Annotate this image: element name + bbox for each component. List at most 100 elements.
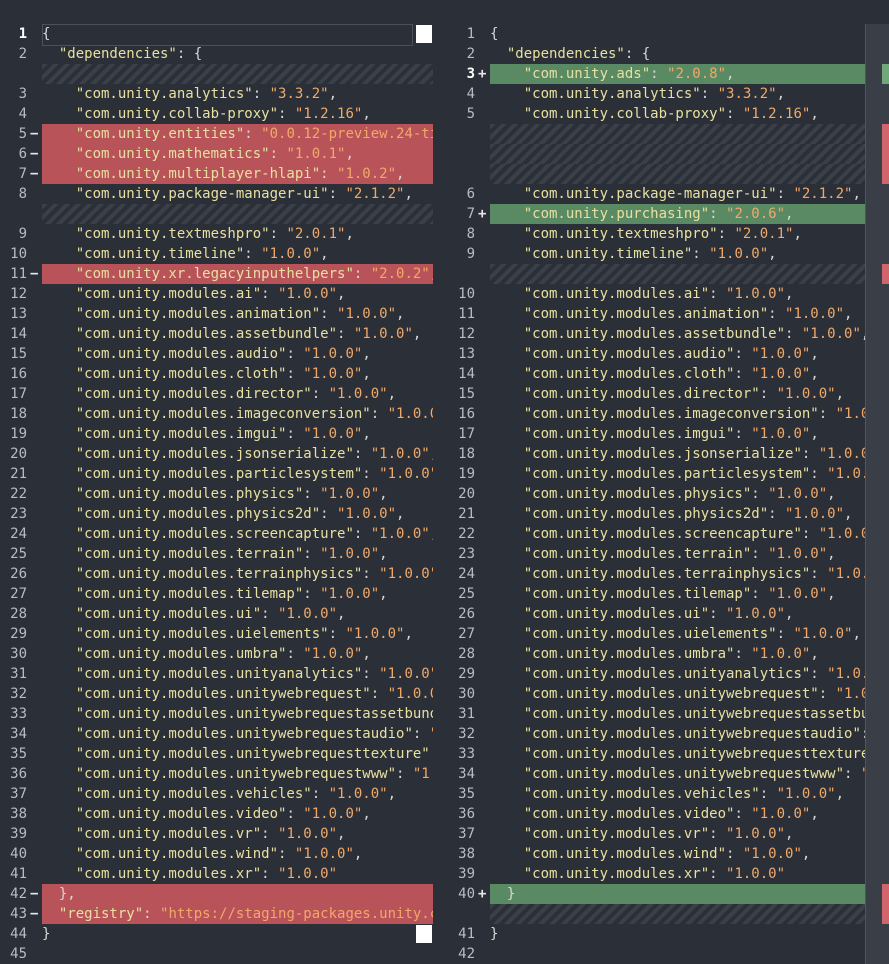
code-line[interactable]: 8 "com.unity.textmeshpro": "2.0.1", <box>448 224 889 244</box>
diff-gap-row[interactable] <box>448 144 889 164</box>
code-line[interactable]: 6 "com.unity.package-manager-ui": "2.1.2… <box>448 184 889 204</box>
added-line[interactable]: 40 + } <box>448 884 889 904</box>
added-line[interactable]: 3 + "com.unity.ads": "2.0.8", <box>448 64 889 84</box>
code-line[interactable]: 33 "com.unity.modules.unitywebrequesttex… <box>448 744 889 764</box>
code-line[interactable]: 25 "com.unity.modules.tilemap": "1.0.0", <box>448 584 889 604</box>
left-scroll-marker-bottom[interactable] <box>416 925 432 943</box>
code-line[interactable]: 30 "com.unity.modules.unitywebrequest": … <box>448 684 889 704</box>
code-line[interactable]: 15 "com.unity.modules.director": "1.0.0"… <box>448 384 889 404</box>
code-line[interactable]: 13 "com.unity.modules.animation": "1.0.0… <box>0 304 433 324</box>
left-diff-pane[interactable]: 1{2 "dependencies": {3 "com.unity.analyt… <box>0 24 433 964</box>
diff-overview-scrollbar[interactable] <box>865 24 889 964</box>
diff-gap-row[interactable] <box>448 164 889 184</box>
code-line[interactable]: 2 "dependencies": { <box>448 44 889 64</box>
code-line[interactable]: 34 "com.unity.modules.unitywebrequestwww… <box>448 764 889 784</box>
code-line[interactable]: 20 "com.unity.modules.physics": "1.0.0", <box>448 484 889 504</box>
code-line[interactable]: 38 "com.unity.modules.video": "1.0.0", <box>0 804 433 824</box>
code-line[interactable]: 1{ <box>448 24 889 44</box>
json-key: "com.unity.analytics" <box>75 86 253 102</box>
code-line[interactable]: 17 "com.unity.modules.director": "1.0.0"… <box>0 384 433 404</box>
code-line[interactable]: 24 "com.unity.modules.screencapture": "1… <box>0 524 433 544</box>
code-line[interactable]: 16 "com.unity.modules.imageconversion": … <box>448 404 889 424</box>
code-line[interactable]: 29 "com.unity.modules.uielements": "1.0.… <box>0 624 433 644</box>
code-line[interactable]: 18 "com.unity.modules.imageconversion": … <box>0 404 433 424</box>
code-line[interactable]: 23 "com.unity.modules.physics2d": "1.0.0… <box>0 504 433 524</box>
code-line[interactable]: 30 "com.unity.modules.umbra": "1.0.0", <box>0 644 433 664</box>
code-line[interactable]: 28 "com.unity.modules.ui": "1.0.0", <box>0 604 433 624</box>
code-line[interactable]: 10 "com.unity.modules.ai": "1.0.0", <box>448 284 889 304</box>
code-line[interactable]: 24 "com.unity.modules.terrainphysics": "… <box>448 564 889 584</box>
code-line[interactable]: 37 "com.unity.modules.vehicles": "1.0.0"… <box>0 784 433 804</box>
code-line[interactable]: 11 "com.unity.modules.animation": "1.0.0… <box>448 304 889 324</box>
code-line[interactable]: 26 "com.unity.modules.terrainphysics": "… <box>0 564 433 584</box>
deleted-line[interactable]: 6− "com.unity.mathematics": "1.0.1", <box>0 144 433 164</box>
code-line[interactable]: 12 "com.unity.modules.ai": "1.0.0", <box>0 284 433 304</box>
code-line[interactable]: 33 "com.unity.modules.unitywebrequestass… <box>0 704 433 724</box>
code-line[interactable]: 35 "com.unity.modules.unitywebrequesttex… <box>0 744 433 764</box>
code-line[interactable]: 4 "com.unity.collab-proxy": "1.2.16", <box>0 104 433 124</box>
code-line[interactable]: 9 "com.unity.timeline": "1.0.0", <box>448 244 889 264</box>
diff-gap-row[interactable] <box>0 64 433 84</box>
code-line[interactable]: 40 "com.unity.modules.wind": "1.0.0", <box>0 844 433 864</box>
code-line[interactable]: 36 "com.unity.modules.video": "1.0.0", <box>448 804 889 824</box>
code-line[interactable]: 5 "com.unity.collab-proxy": "1.2.16", <box>448 104 889 124</box>
code-line[interactable]: 14 "com.unity.modules.assetbundle": "1.0… <box>0 324 433 344</box>
code-line[interactable]: 8 "com.unity.package-manager-ui": "2.1.2… <box>0 184 433 204</box>
code-line[interactable]: 26 "com.unity.modules.ui": "1.0.0", <box>448 604 889 624</box>
code-line[interactable]: 45 <box>0 944 433 964</box>
code-line[interactable]: 21 "com.unity.modules.particlesystem": "… <box>0 464 433 484</box>
code-line[interactable]: 29 "com.unity.modules.unityanalytics": "… <box>448 664 889 684</box>
code-line[interactable]: 31 "com.unity.modules.unityanalytics": "… <box>0 664 433 684</box>
code-line[interactable]: 44} <box>0 924 433 944</box>
code-line[interactable]: 13 "com.unity.modules.audio": "1.0.0", <box>448 344 889 364</box>
code-line[interactable]: 32 "com.unity.modules.unitywebrequestaud… <box>448 724 889 744</box>
code-line[interactable]: 42 <box>448 944 889 964</box>
code-line[interactable]: 16 "com.unity.modules.cloth": "1.0.0", <box>0 364 433 384</box>
code-line[interactable]: 17 "com.unity.modules.imgui": "1.0.0", <box>448 424 889 444</box>
code-line[interactable]: 35 "com.unity.modules.vehicles": "1.0.0"… <box>448 784 889 804</box>
code-line[interactable]: 20 "com.unity.modules.jsonserialize": "1… <box>0 444 433 464</box>
deleted-line[interactable]: 5− "com.unity.entities": "0.0.12-preview… <box>0 124 433 144</box>
json-punct: , <box>404 186 413 202</box>
deleted-line[interactable]: 42− }, <box>0 884 433 904</box>
code-line[interactable]: 41 "com.unity.modules.xr": "1.0.0" <box>0 864 433 884</box>
code-line[interactable]: 12 "com.unity.modules.assetbundle": "1.0… <box>448 324 889 344</box>
code-line[interactable]: 18 "com.unity.modules.jsonserialize": "1… <box>448 444 889 464</box>
code-line[interactable]: 9 "com.unity.textmeshpro": "2.0.1", <box>0 224 433 244</box>
code-line[interactable]: 28 "com.unity.modules.umbra": "1.0.0", <box>448 644 889 664</box>
code-line[interactable]: 10 "com.unity.timeline": "1.0.0", <box>0 244 433 264</box>
code-line[interactable]: 41} <box>448 924 889 944</box>
code-line[interactable]: 3 "com.unity.analytics": "3.3.2", <box>0 84 433 104</box>
code-line[interactable]: 19 "com.unity.modules.particlesystem": "… <box>448 464 889 484</box>
diff-gap-row[interactable] <box>448 124 889 144</box>
code-line[interactable]: 15 "com.unity.modules.audio": "1.0.0", <box>0 344 433 364</box>
code-line[interactable]: 25 "com.unity.modules.terrain": "1.0.0", <box>0 544 433 564</box>
code-line[interactable]: 4 "com.unity.analytics": "3.3.2", <box>448 84 889 104</box>
code-line[interactable]: 27 "com.unity.modules.tilemap": "1.0.0", <box>0 584 433 604</box>
diff-gap-row[interactable] <box>448 904 889 924</box>
code-line[interactable]: 23 "com.unity.modules.terrain": "1.0.0", <box>448 544 889 564</box>
code-line[interactable]: 22 "com.unity.modules.physics": "1.0.0", <box>0 484 433 504</box>
code-line[interactable]: 39 "com.unity.modules.vr": "1.0.0", <box>0 824 433 844</box>
diff-gap-row[interactable] <box>448 264 889 284</box>
added-line[interactable]: 7 + "com.unity.purchasing": "2.0.6", <box>448 204 889 224</box>
code-line[interactable]: 39 "com.unity.modules.xr": "1.0.0" <box>448 864 889 884</box>
diff-gap-row[interactable] <box>0 204 433 224</box>
deleted-line[interactable]: 43− "registry": "https://staging-package… <box>0 904 433 924</box>
code-line[interactable]: 21 "com.unity.modules.physics2d": "1.0.0… <box>448 504 889 524</box>
code-line[interactable]: 14 "com.unity.modules.cloth": "1.0.0", <box>448 364 889 384</box>
code-line[interactable]: 34 "com.unity.modules.unitywebrequestaud… <box>0 724 433 744</box>
code-line[interactable]: 36 "com.unity.modules.unitywebrequestwww… <box>0 764 433 784</box>
right-diff-pane[interactable]: 1{2 "dependencies": {3 + "com.unity.ads":… <box>448 24 889 964</box>
code-line[interactable]: 38 "com.unity.modules.wind": "1.0.0", <box>448 844 889 864</box>
code-line[interactable]: 32 "com.unity.modules.unitywebrequest": … <box>0 684 433 704</box>
code-line[interactable]: 22 "com.unity.modules.screencapture": "1… <box>448 524 889 544</box>
left-scroll-marker-top[interactable] <box>416 25 432 43</box>
code-line[interactable]: 31 "com.unity.modules.unitywebrequestass… <box>448 704 889 724</box>
code-line[interactable]: 37 "com.unity.modules.vr": "1.0.0", <box>448 824 889 844</box>
code-line[interactable]: 2 "dependencies": { <box>0 44 433 64</box>
deleted-line[interactable]: 7− "com.unity.multiplayer-hlapi": "1.0.2… <box>0 164 433 184</box>
deleted-line[interactable]: 11− "com.unity.xr.legacyinputhelpers": "… <box>0 264 433 284</box>
code-line[interactable]: 19 "com.unity.modules.imgui": "1.0.0", <box>0 424 433 444</box>
code-line[interactable]: 27 "com.unity.modules.uielements": "1.0.… <box>448 624 889 644</box>
